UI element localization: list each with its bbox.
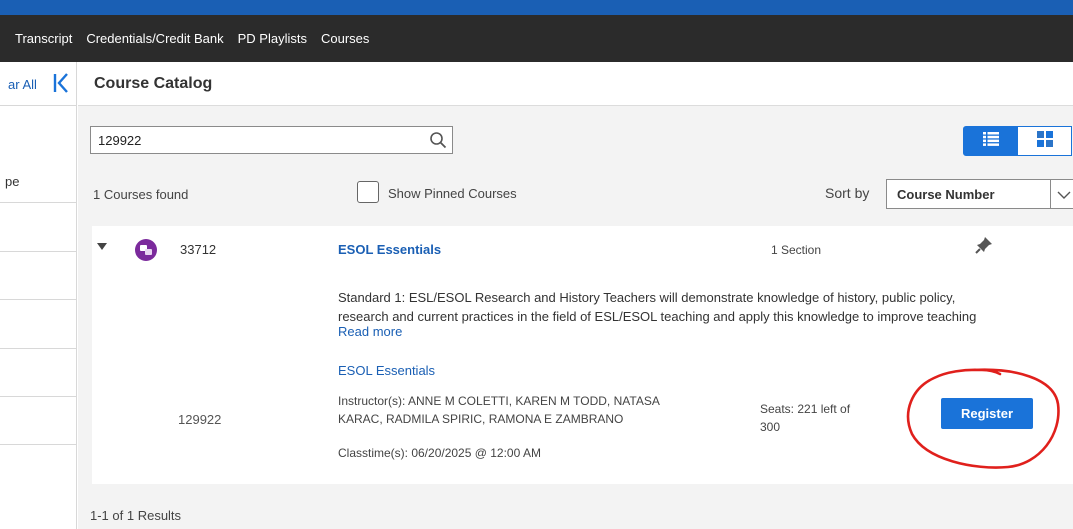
sidebar-divider xyxy=(0,396,77,397)
top-navigation: Transcript Credentials/Credit Bank PD Pl… xyxy=(0,15,1073,62)
instructors: Instructor(s): ANNE M COLETTI, KAREN M T… xyxy=(338,394,660,426)
top-accent-bar xyxy=(0,0,1073,15)
course-card: 33712 ESOL Essentials 1 Section Standard… xyxy=(92,226,1073,484)
nav-transcript[interactable]: Transcript xyxy=(0,31,79,46)
page-header: Course Catalog xyxy=(78,62,1073,106)
chevron-down-icon xyxy=(1057,188,1071,200)
sort-divider xyxy=(1050,180,1051,208)
grid-view-button[interactable] xyxy=(1018,127,1072,155)
pin-icon[interactable] xyxy=(974,235,994,255)
course-type-icon xyxy=(135,239,157,261)
register-button[interactable]: Register xyxy=(941,398,1033,429)
show-pinned-checkbox[interactable] xyxy=(357,181,379,203)
page-title: Course Catalog xyxy=(94,75,213,92)
classtime: Classtime(s): 06/20/2025 @ 12:00 AM xyxy=(338,446,541,460)
main-content: Course Catalog 129922 1 Courses found Sh… xyxy=(78,62,1073,529)
search-input[interactable] xyxy=(91,127,421,153)
show-pinned-label[interactable]: Show Pinned Courses xyxy=(388,186,517,201)
results-count: 1 Courses found xyxy=(93,187,189,202)
nav-credentials[interactable]: Credentials/Credit Bank xyxy=(79,31,230,46)
sidebar-divider xyxy=(0,202,77,203)
sort-by-label: Sort by xyxy=(825,185,870,201)
search-icon[interactable] xyxy=(429,131,447,149)
results-pager: 1-1 of 1 Results xyxy=(90,508,182,523)
search-box xyxy=(90,126,453,154)
expand-caret-icon[interactable] xyxy=(97,238,107,250)
collapse-left-icon[interactable] xyxy=(52,71,70,95)
filter-type-label[interactable]: pe xyxy=(5,174,19,189)
sort-selected-value: Course Number xyxy=(897,187,995,202)
sidebar-divider xyxy=(0,105,77,106)
list-view-button[interactable] xyxy=(964,127,1018,155)
sidebar-divider xyxy=(0,348,77,349)
view-toggle xyxy=(963,126,1072,156)
course-description: Standard 1: ESL/ESOL Research and Histor… xyxy=(338,290,977,324)
course-title-link[interactable]: ESOL Essentials xyxy=(338,242,441,257)
seats-available: Seats: 221 left of 300 xyxy=(760,402,851,434)
read-more-link[interactable]: Read more xyxy=(338,324,402,339)
clear-all-link[interactable]: ar All xyxy=(8,77,37,92)
list-view-icon xyxy=(983,131,999,151)
course-number: 33712 xyxy=(180,242,217,257)
filter-sidebar: ar All pe xyxy=(0,62,77,529)
sidebar-divider xyxy=(0,299,77,300)
section-title-link[interactable]: ESOL Essentials xyxy=(338,363,435,378)
section-count: 1 Section xyxy=(771,243,822,257)
nav-courses[interactable]: Courses xyxy=(314,31,376,46)
sidebar-divider xyxy=(0,444,77,445)
grid-view-icon xyxy=(1037,130,1053,152)
sidebar-divider xyxy=(0,251,77,252)
nav-pd-playlists[interactable]: PD Playlists xyxy=(231,31,314,46)
section-number: 129922 xyxy=(178,412,222,427)
sort-select[interactable]: Course Number xyxy=(886,179,1073,209)
